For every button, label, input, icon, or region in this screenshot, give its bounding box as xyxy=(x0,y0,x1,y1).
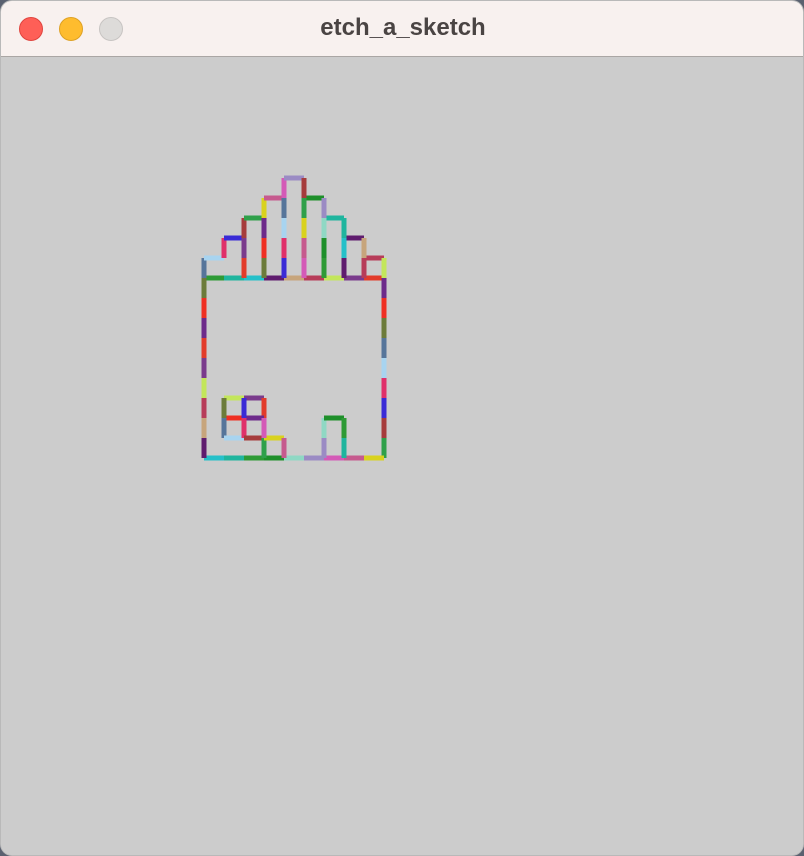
title-bar[interactable]: etch_a_sketch xyxy=(1,1,803,57)
app-window: etch_a_sketch xyxy=(0,0,804,856)
window-title: etch_a_sketch xyxy=(320,14,486,41)
sketch-drawing xyxy=(201,175,387,461)
drawing-canvas[interactable] xyxy=(1,57,803,855)
